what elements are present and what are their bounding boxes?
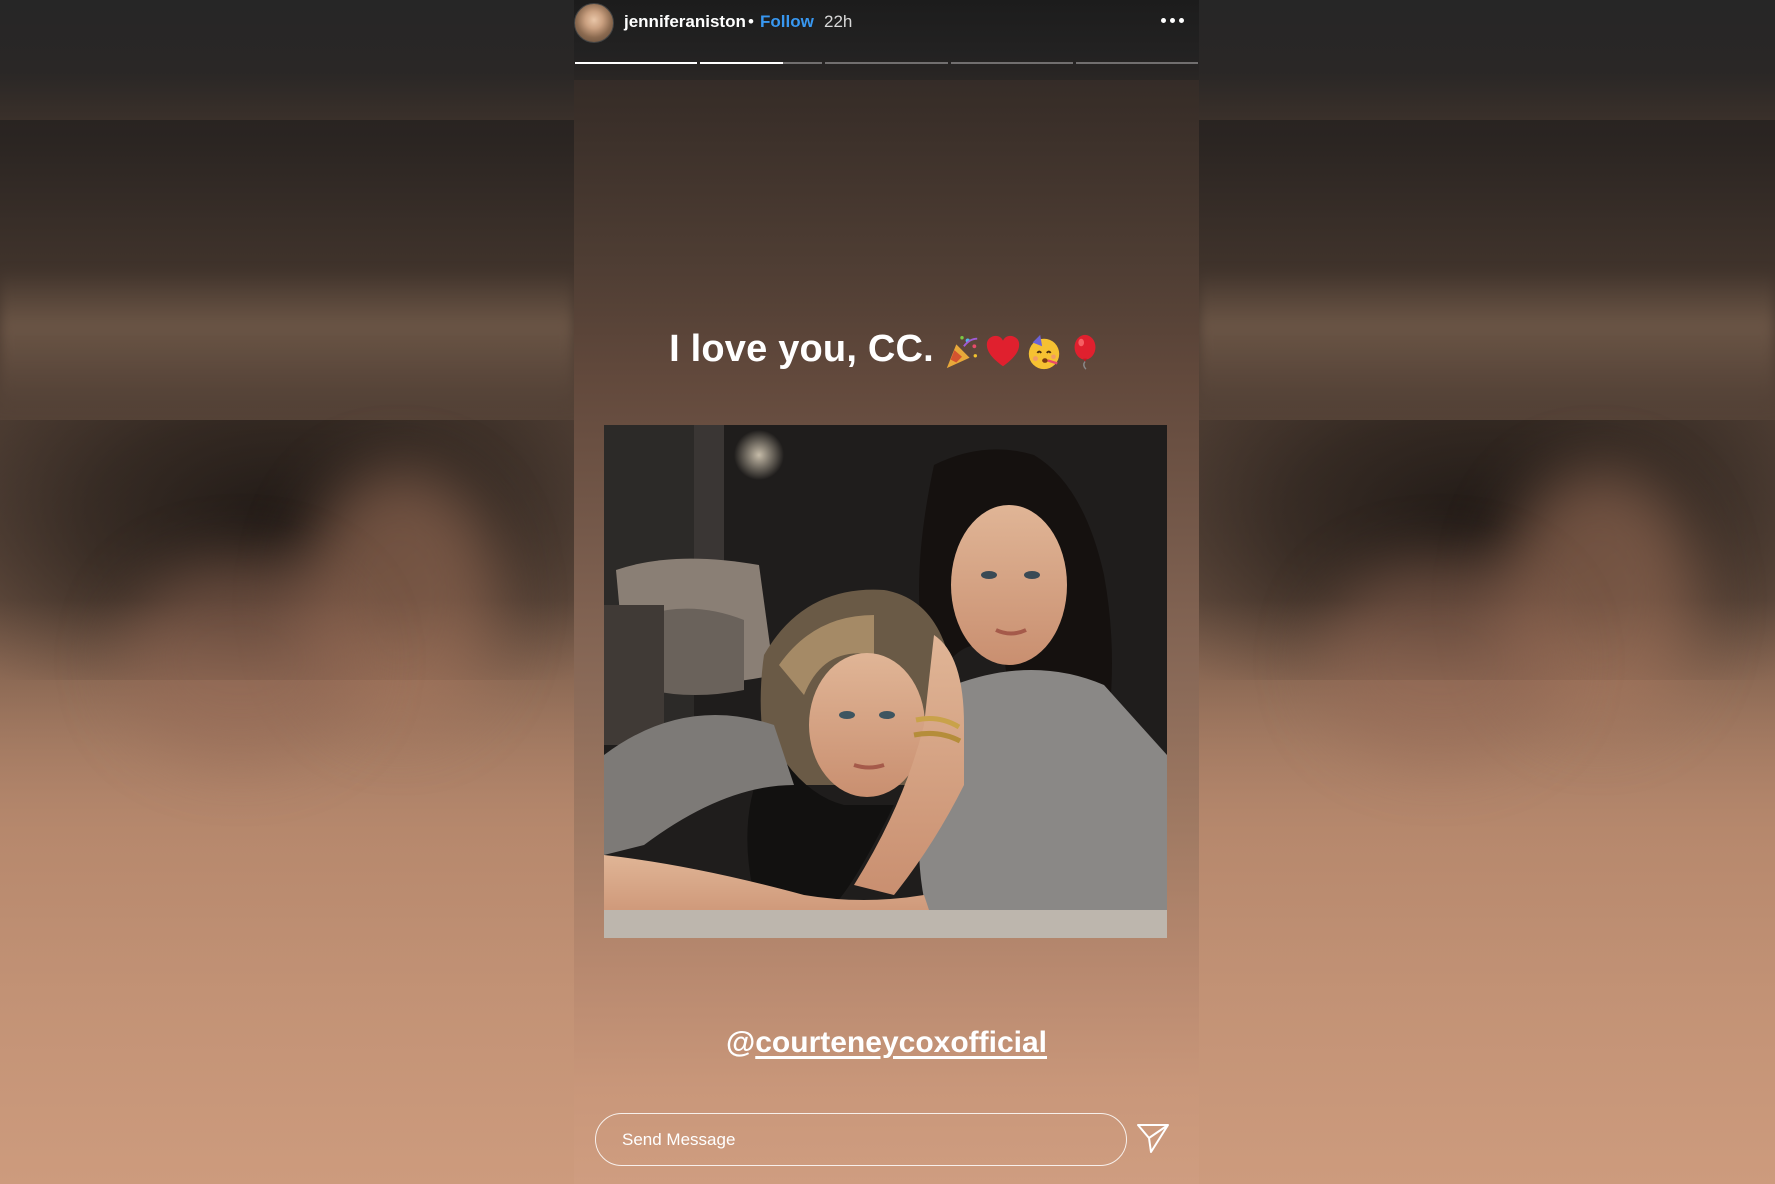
- progress-segment: [1075, 62, 1199, 64]
- partying-face-emoji-icon: [1028, 335, 1060, 370]
- separator-dot: •: [748, 12, 754, 31]
- mention-at-symbol: @: [725, 1026, 756, 1059]
- story-progress-bar: [575, 62, 1199, 64]
- caption-text: I love you, CC.: [669, 328, 934, 370]
- avatar[interactable]: [574, 3, 614, 43]
- mention-tag[interactable]: @courteneycoxofficial: [574, 1026, 1199, 1060]
- username-link[interactable]: jenniferaniston: [624, 12, 746, 32]
- mention-handle-link[interactable]: courteneycoxofficial: [755, 1026, 1047, 1059]
- balloon-emoji-icon: [1074, 335, 1096, 371]
- blurred-backdrop-left: [0, 0, 574, 1184]
- follow-button[interactable]: Follow: [760, 12, 814, 32]
- story-caption: I love you, CC.: [574, 328, 1199, 372]
- progress-segment: [825, 62, 948, 64]
- send-direct-icon[interactable]: [1135, 1120, 1171, 1156]
- blurred-backdrop-right: [1199, 0, 1775, 1184]
- story-viewer[interactable]: jenniferaniston • Follow 22h I love you,…: [574, 0, 1199, 1184]
- more-options-icon[interactable]: [1154, 6, 1190, 34]
- party-popper-emoji-icon: [946, 336, 978, 369]
- red-heart-emoji-icon: [986, 336, 1020, 367]
- progress-segment-fill: [700, 62, 784, 64]
- timestamp: 22h: [824, 12, 853, 31]
- progress-segment: [700, 62, 823, 64]
- progress-segment: [575, 62, 698, 64]
- story-photo: [604, 425, 1167, 938]
- progress-segment-fill: [575, 62, 698, 64]
- progress-segment: [950, 62, 1073, 64]
- photo-two-women-illustration: [604, 425, 1167, 938]
- story-header: jenniferaniston • Follow 22h: [574, 0, 1199, 80]
- send-message-input[interactable]: [595, 1113, 1127, 1166]
